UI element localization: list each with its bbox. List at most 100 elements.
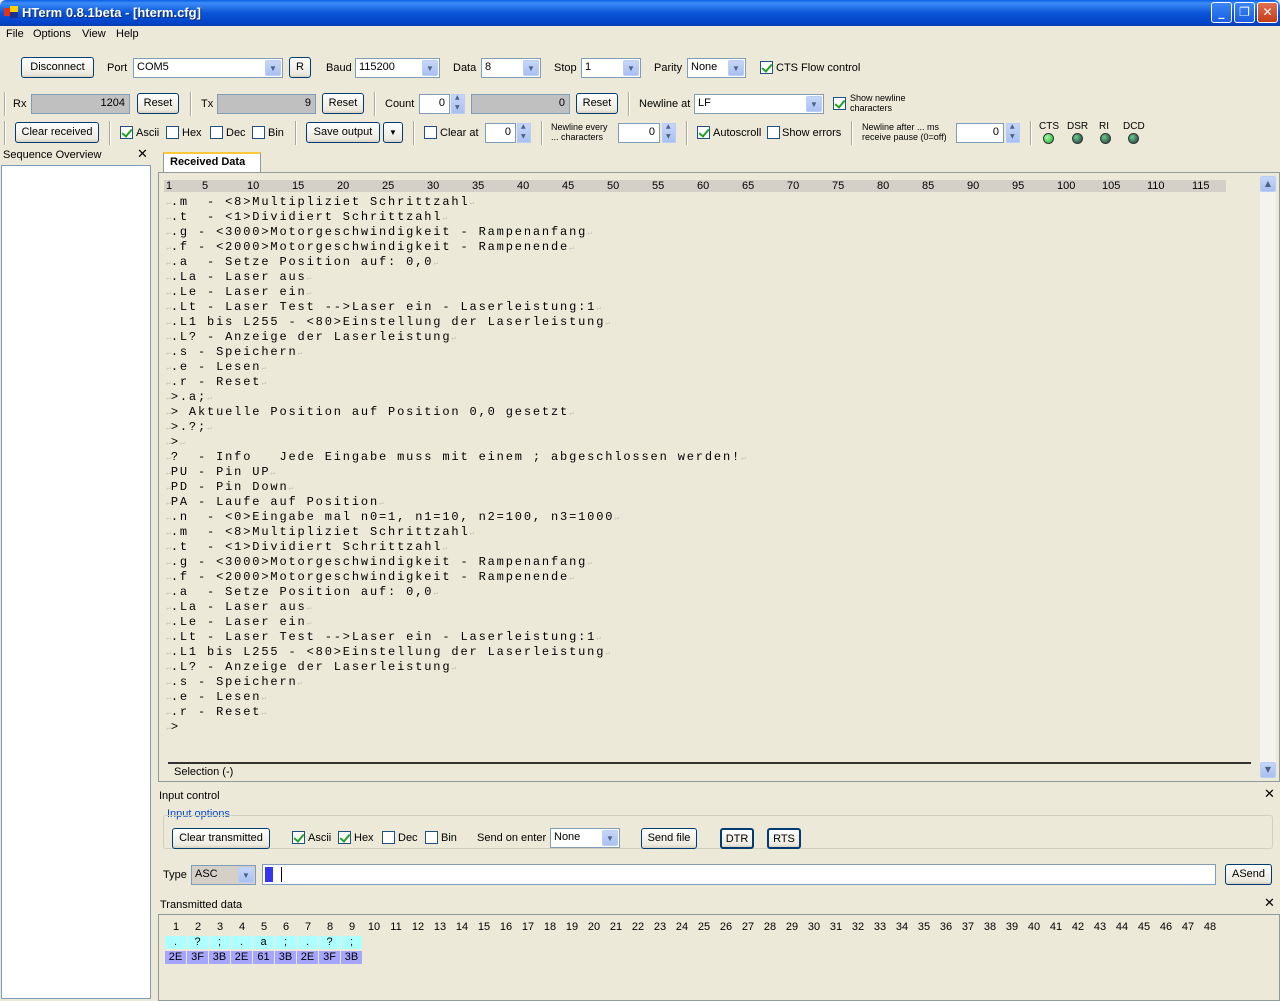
tx-hex-cell: 3F xyxy=(187,951,208,964)
newline-at-select[interactable]: LF ▼ xyxy=(694,94,824,114)
show-errors-checkbox[interactable] xyxy=(767,126,780,139)
port-label: Port xyxy=(107,62,128,74)
hex-checkbox[interactable] xyxy=(166,126,179,139)
newline-every-input[interactable]: 0 xyxy=(618,123,660,143)
rts-button[interactable]: RTS xyxy=(767,828,801,849)
asend-button[interactable]: ASend xyxy=(1225,864,1272,885)
received-terminal[interactable]: 1 5 10 15 20 25 30 35 40 45 50 55 60 65 70 75 80 85 90 95 10… xyxy=(160,176,1259,764)
chevron-down-icon: ▼ xyxy=(806,96,822,112)
chevron-down-icon: ▼ xyxy=(602,830,618,846)
tx-index-cell: 7 xyxy=(304,921,312,933)
disconnect-button[interactable]: Disconnect xyxy=(21,57,94,78)
bin-checkbox[interactable] xyxy=(252,126,265,139)
clear-at-input[interactable]: 0 xyxy=(485,123,516,143)
ruler-tick: 60 xyxy=(697,180,710,192)
count-reset-button[interactable]: Reset xyxy=(576,93,618,114)
tx-hex-cell: 3B xyxy=(209,951,230,964)
terminal-line-text: .r - Reset xyxy=(170,705,262,719)
type-select[interactable]: ASC ▼ xyxy=(191,865,256,885)
newline-marker-icon: ↵ xyxy=(587,229,593,238)
terminal-line: ↵.a - Setze Position auf: 0,0↵ xyxy=(166,585,438,601)
close-icon[interactable]: ✕ xyxy=(1264,896,1275,911)
tx-index-cell: 14 xyxy=(455,921,469,933)
send-input-field[interactable] xyxy=(262,864,1216,885)
dcd-led-icon xyxy=(1128,133,1139,144)
dtr-button[interactable]: DTR xyxy=(720,828,754,849)
newline-after-input[interactable]: 0 xyxy=(956,123,1004,143)
toolbar-grip xyxy=(4,92,6,116)
toolbar-separator xyxy=(190,92,192,116)
tx-index-cell: 2 xyxy=(194,921,202,933)
clear-received-button[interactable]: Clear received xyxy=(15,122,99,143)
clear-transmitted-button[interactable]: Clear transmitted xyxy=(172,828,270,849)
send-file-button[interactable]: Send file xyxy=(641,828,697,849)
terminal-line-text: PA - Laufe auf Position xyxy=(170,495,380,509)
dec-checkbox[interactable] xyxy=(210,126,223,139)
input-hex-checkbox[interactable] xyxy=(338,831,351,844)
tx-reset-button[interactable]: Reset xyxy=(322,93,364,114)
data-bits-select[interactable]: 8 ▼ xyxy=(481,58,541,78)
close-icon[interactable]: ✕ xyxy=(1264,787,1275,802)
tx-index-cell: 36 xyxy=(939,921,953,933)
title-bar[interactable]: HTerm 0.8.1beta - [hterm.cfg] _ ❐ ✕ xyxy=(0,0,1280,26)
close-button[interactable]: ✕ xyxy=(1257,2,1278,23)
send-on-enter-select[interactable]: None ▼ xyxy=(550,828,620,848)
rx-reset-button[interactable]: Reset xyxy=(137,93,179,114)
stop-bits-select[interactable]: 1 ▼ xyxy=(581,58,641,78)
count-spinner[interactable] xyxy=(451,94,465,114)
save-output-dropdown-button[interactable]: ▼ xyxy=(383,122,403,143)
scroll-up-icon[interactable]: ▲ xyxy=(1260,176,1276,192)
autoscroll-checkbox[interactable] xyxy=(697,126,710,139)
save-output-button[interactable]: Save output xyxy=(306,122,380,143)
baud-select[interactable]: 115200 ▼ xyxy=(355,58,440,78)
tx-label: Tx xyxy=(201,98,214,110)
newline-marker-icon: ↵ xyxy=(614,514,620,523)
terminal-line: ↵.a - Setze Position auf: 0,0↵ xyxy=(166,255,438,271)
clear-at-spinner[interactable] xyxy=(517,123,531,143)
tx-index-cell: 22 xyxy=(631,921,645,933)
restore-button[interactable]: ❐ xyxy=(1234,2,1255,23)
newline-after-spinner[interactable] xyxy=(1006,123,1020,143)
input-ascii-label: Ascii xyxy=(308,832,332,844)
cts-flow-checkbox[interactable] xyxy=(760,61,773,74)
ri-indicator-label: RI xyxy=(1099,121,1109,132)
clear-at-checkbox[interactable] xyxy=(424,126,437,139)
newline-marker-icon: ↵ xyxy=(569,574,574,583)
tx-hex-cell: 2E xyxy=(297,951,318,964)
ascii-label: Ascii xyxy=(136,127,160,139)
menu-options[interactable]: Options xyxy=(33,28,71,40)
toolbar-separator xyxy=(374,92,376,116)
chevron-down-icon: ▼ xyxy=(238,867,254,883)
menu-view[interactable]: View xyxy=(82,28,106,40)
refresh-ports-button[interactable]: R xyxy=(289,57,311,78)
parity-select[interactable]: None ▼ xyxy=(687,58,746,78)
transmitted-data-view[interactable]: 1 2 3 4 5 6 7 8 9 10 11 12 13 14 15 16 17 18 19 20 21 22 23 24 2… xyxy=(158,914,1280,1001)
ascii-checkbox[interactable] xyxy=(120,126,133,139)
sequence-list[interactable] xyxy=(1,165,151,999)
tx-index-cell: 23 xyxy=(653,921,667,933)
port-select[interactable]: COM5 ▼ xyxy=(133,58,283,78)
tx-index-cell: 13 xyxy=(433,921,447,933)
show-newline-checkbox[interactable] xyxy=(833,97,846,110)
input-ascii-checkbox[interactable] xyxy=(292,831,305,844)
chevron-down-icon: ▼ xyxy=(422,60,438,76)
baud-value: 115200 xyxy=(359,61,395,73)
newline-every-spinner[interactable] xyxy=(662,123,676,143)
menu-file[interactable]: File xyxy=(6,28,24,40)
input-bin-checkbox[interactable] xyxy=(425,831,438,844)
tab-received-data[interactable]: Received Data xyxy=(163,152,261,172)
toolbar-separator xyxy=(1030,121,1032,145)
tx-index-cell: 16 xyxy=(499,921,513,933)
minimize-button[interactable]: _ xyxy=(1211,2,1232,23)
tx-index-cell: 6 xyxy=(282,921,290,933)
vertical-scrollbar[interactable]: ▲ ▼ xyxy=(1260,176,1276,778)
input-bin-label: Bin xyxy=(441,832,457,844)
input-dec-checkbox[interactable] xyxy=(382,831,395,844)
newline-marker-icon: ↵ xyxy=(179,439,185,448)
menu-help[interactable]: Help xyxy=(116,28,139,40)
tx-index-cell: 8 xyxy=(326,921,334,933)
close-icon[interactable]: ✕ xyxy=(137,147,148,162)
scroll-down-icon[interactable]: ▼ xyxy=(1260,762,1276,778)
newline-marker-icon: ↵ xyxy=(569,409,574,418)
count-input[interactable]: 0 xyxy=(419,94,450,114)
